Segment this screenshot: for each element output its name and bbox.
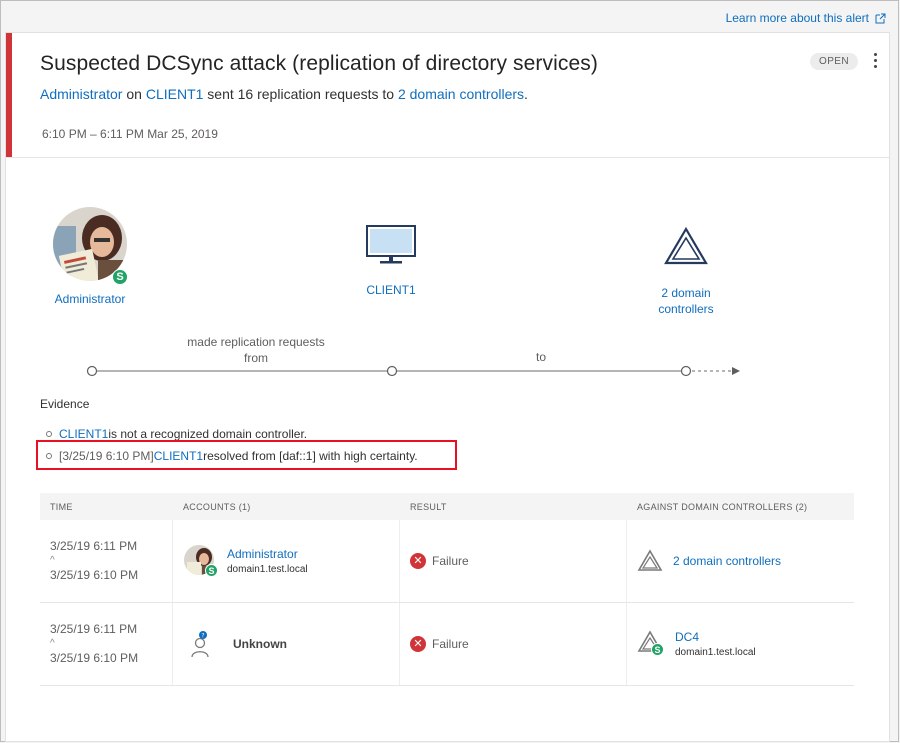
learn-more-label[interactable]: Learn more about this alert bbox=[726, 11, 869, 25]
summary-text-end: . bbox=[524, 86, 528, 102]
account-domain: domain1.test.local bbox=[227, 564, 308, 575]
account-name-link[interactable]: Administrator bbox=[227, 547, 308, 561]
svg-text:?: ? bbox=[201, 633, 204, 640]
time-cell: 3/25/19 6:11 PM ^ 3/25/19 6:10 PM bbox=[40, 520, 173, 602]
window-frame: Learn more about this alert Suspected DC… bbox=[0, 0, 899, 742]
evidence-title: Evidence bbox=[40, 397, 90, 411]
time-start: 3/25/19 6:10 PM bbox=[50, 568, 139, 582]
alert-header: Suspected DCSync attack (replication of … bbox=[6, 33, 889, 158]
diagram-timeline bbox=[86, 365, 740, 377]
alert-time-range: 6:10 PM – 6:11 PM bbox=[42, 127, 144, 141]
sensitive-badge: S bbox=[205, 564, 218, 577]
dc-link[interactable]: DC4 bbox=[675, 630, 756, 644]
table-header: TIME ACCOUNTS (1) RESULT AGAINST DOMAIN … bbox=[40, 493, 854, 520]
dc-icon-wrapper: S bbox=[637, 630, 667, 658]
attack-diagram: S Administrator CLIENT1 2 domain control… bbox=[6, 158, 889, 388]
severity-bar bbox=[6, 33, 12, 157]
targets-link[interactable]: 2 domain controllers bbox=[398, 86, 524, 102]
account-cell: S Administrator domain1.test.local bbox=[173, 520, 400, 602]
highlight-box bbox=[36, 440, 457, 470]
column-header-result[interactable]: RESULT bbox=[400, 502, 627, 512]
evidence-host-link[interactable]: CLIENT1 bbox=[59, 427, 108, 441]
time-cell: 3/25/19 6:11 PM ^ 3/25/19 6:10 PM bbox=[40, 603, 173, 685]
account-avatar: S bbox=[183, 544, 218, 578]
host-link[interactable]: CLIENT1 bbox=[146, 86, 204, 102]
alert-date: Mar 25, 2019 bbox=[147, 127, 218, 141]
result-text: Failure bbox=[432, 637, 469, 651]
external-link-icon bbox=[875, 13, 886, 23]
alert-timestamp: 6:10 PM – 6:11 PM Mar 25, 2019 bbox=[42, 127, 218, 141]
failure-icon: ✕ bbox=[410, 636, 426, 652]
caret-up-icon: ^ bbox=[50, 638, 55, 649]
dc-domain: domain1.test.local bbox=[675, 647, 756, 658]
caret-up-icon: ^ bbox=[50, 555, 55, 566]
activity-table: TIME ACCOUNTS (1) RESULT AGAINST DOMAIN … bbox=[40, 493, 854, 686]
summary-text-on: on bbox=[122, 86, 146, 102]
unknown-user-icon: ? bbox=[191, 631, 209, 658]
status-badge: OPEN bbox=[810, 53, 858, 70]
account-unknown: Unknown bbox=[233, 637, 287, 651]
account-link[interactable]: Administrator bbox=[40, 86, 122, 102]
table-row[interactable]: 3/25/19 6:11 PM ^ 3/25/19 6:10 PM ? Unkn… bbox=[40, 603, 854, 686]
domain-controller-icon bbox=[637, 549, 663, 571]
failure-icon: ✕ bbox=[410, 553, 426, 569]
dc-link[interactable]: 2 domain controllers bbox=[673, 554, 781, 568]
more-options-icon[interactable] bbox=[869, 51, 881, 71]
result-text: Failure bbox=[432, 554, 469, 568]
result-cell: ✕ Failure bbox=[400, 520, 627, 602]
dc-cell: S DC4 domain1.test.local bbox=[627, 603, 854, 685]
alert-card: Suspected DCSync attack (replication of … bbox=[5, 32, 890, 742]
dc-cell: 2 domain controllers bbox=[627, 520, 854, 602]
result-cell: ✕ Failure bbox=[400, 603, 627, 685]
account-cell: ? Unknown bbox=[173, 603, 400, 685]
time-end: 3/25/19 6:11 PM bbox=[50, 622, 138, 636]
table-row[interactable]: 3/25/19 6:11 PM ^ 3/25/19 6:10 PM S Admi… bbox=[40, 520, 854, 603]
learn-more-link[interactable]: Learn more about this alert bbox=[726, 11, 886, 25]
timeline-node-target bbox=[680, 365, 692, 377]
column-header-dcs[interactable]: AGAINST DOMAIN CONTROLLERS (2) bbox=[627, 502, 854, 512]
timeline-node-host bbox=[386, 365, 398, 377]
alert-title: Suspected DCSync attack (replication of … bbox=[40, 52, 598, 75]
alert-summary: Administrator on CLIENT1 sent 16 replica… bbox=[40, 86, 528, 102]
time-start: 3/25/19 6:10 PM bbox=[50, 651, 139, 665]
time-end: 3/25/19 6:11 PM bbox=[50, 539, 138, 553]
sensitive-badge: S bbox=[651, 643, 664, 656]
timeline-node-source bbox=[86, 365, 98, 377]
bullet-icon bbox=[46, 431, 52, 437]
column-header-accounts[interactable]: ACCOUNTS (1) bbox=[173, 502, 400, 512]
evidence-text: is not a recognized domain controller. bbox=[108, 427, 308, 441]
summary-text-middle: sent 16 replication requests to bbox=[203, 86, 398, 102]
column-header-time[interactable]: TIME bbox=[40, 502, 173, 512]
